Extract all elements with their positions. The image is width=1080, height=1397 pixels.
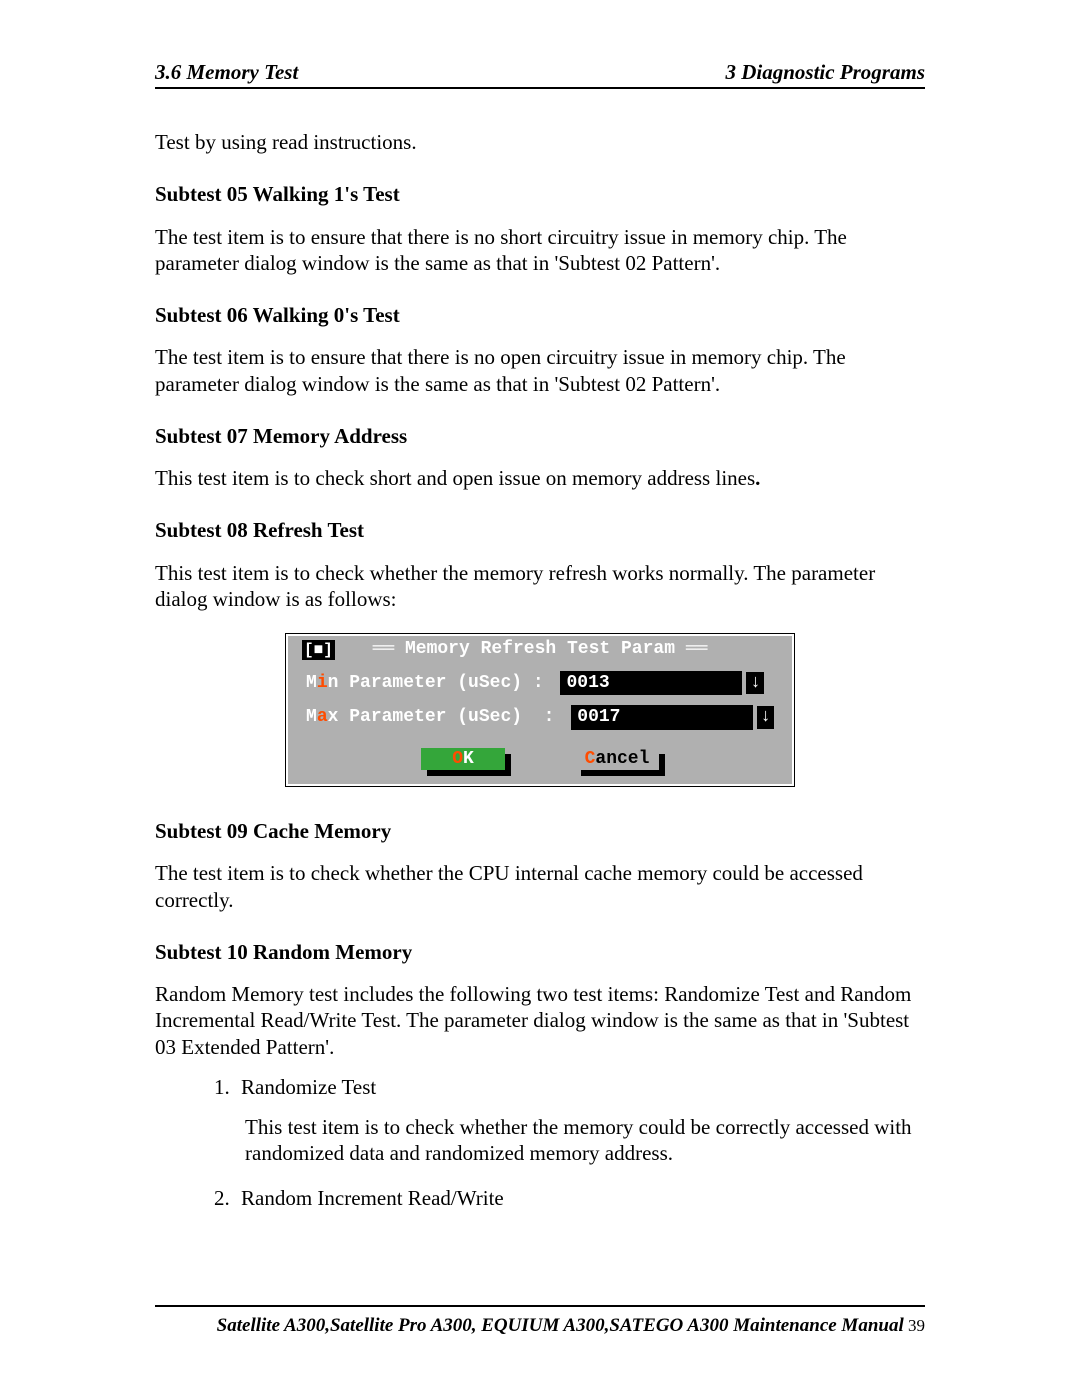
subtest-07-body: This test item is to check short and ope… xyxy=(155,465,925,491)
min-post: n Parameter (uSec) : xyxy=(328,673,555,693)
subtest-09-heading: Subtest 09 Cache Memory xyxy=(155,818,925,844)
dialog-title-bar: ══ Memory Refresh Test Param ══ xyxy=(288,638,792,661)
max-hotkey: a xyxy=(317,707,328,727)
document-page: 3.6 Memory Test 3 Diagnostic Programs Te… xyxy=(0,0,1080,1397)
min-hotkey: i xyxy=(317,673,328,693)
title-rule-right: ══ xyxy=(675,639,707,659)
min-param-input[interactable]: 0013 xyxy=(560,671,742,696)
page-number: 39 xyxy=(904,1316,925,1335)
subtest-10-list: Randomize Test This test item is to chec… xyxy=(213,1074,925,1211)
cancel-button[interactable]: Cancel xyxy=(575,748,659,771)
min-param-dropdown-icon[interactable]: ↓ xyxy=(746,672,764,695)
subtest-06-body: The test item is to ensure that there is… xyxy=(155,344,925,397)
subtest-05-body: The test item is to ensure that there is… xyxy=(155,224,925,277)
max-post: x Parameter (uSec) : xyxy=(328,707,566,727)
subtest-10-heading: Subtest 10 Random Memory xyxy=(155,939,925,965)
min-pre: M xyxy=(306,673,317,693)
randomize-test-title: Randomize Test xyxy=(241,1075,376,1099)
dialog-figure: [■] ══ Memory Refresh Test Param ══ Min … xyxy=(155,634,925,786)
cancel-rest: ancel xyxy=(595,749,649,769)
header-left: 3.6 Memory Test xyxy=(155,60,298,85)
page-footer: Satellite A300,Satellite Pro A300, EQUIU… xyxy=(155,1305,925,1337)
min-param-row: Min Parameter (uSec) : 0013 ↓ xyxy=(306,671,774,696)
running-header: 3.6 Memory Test 3 Diagnostic Programs xyxy=(155,60,925,89)
title-rule-left: ══ xyxy=(373,639,405,659)
ok-button[interactable]: OK xyxy=(421,748,505,771)
page-content: Test by using read instructions. Subtest… xyxy=(155,129,925,1211)
max-param-label: Max Parameter (uSec) : xyxy=(306,706,565,729)
subtest-07-period: . xyxy=(755,466,760,490)
dialog-button-row: OK Cancel xyxy=(288,748,792,771)
subtest-07-heading: Subtest 07 Memory Address xyxy=(155,423,925,449)
max-param-row: Max Parameter (uSec) : 0017 ↓ xyxy=(306,705,774,730)
list-item: Random Increment Read/Write xyxy=(235,1185,925,1211)
subtest-08-heading: Subtest 08 Refresh Test xyxy=(155,517,925,543)
ok-hotkey: O xyxy=(452,749,463,769)
max-param-dropdown-icon[interactable]: ↓ xyxy=(757,706,774,729)
subtest-06-heading: Subtest 06 Walking 0's Test xyxy=(155,302,925,328)
randomize-test-body: This test item is to check whether the m… xyxy=(245,1114,925,1167)
intro-line: Test by using read instructions. xyxy=(155,129,925,155)
close-icon[interactable]: [■] xyxy=(302,640,335,660)
subtest-10-body: Random Memory test includes the followin… xyxy=(155,981,925,1060)
subtest-08-body: This test item is to check whether the m… xyxy=(155,560,925,613)
header-right: 3 Diagnostic Programs xyxy=(725,60,925,85)
footer-text: Satellite A300,Satellite Pro A300, EQUIU… xyxy=(217,1315,904,1336)
max-param-input[interactable]: 0017 xyxy=(571,705,753,730)
cancel-hotkey: C xyxy=(585,749,596,769)
max-pre: M xyxy=(306,707,317,727)
memory-refresh-dialog: [■] ══ Memory Refresh Test Param ══ Min … xyxy=(286,634,794,786)
min-param-label: Min Parameter (uSec) : xyxy=(306,672,554,695)
ok-rest: K xyxy=(463,749,474,769)
dialog-title: Memory Refresh Test Param xyxy=(405,638,675,661)
list-item: Randomize Test This test item is to chec… xyxy=(235,1074,925,1167)
subtest-09-body: The test item is to check whether the CP… xyxy=(155,860,925,913)
subtest-07-body-text: This test item is to check short and ope… xyxy=(155,466,755,490)
random-increment-title: Random Increment Read/Write xyxy=(241,1186,504,1210)
subtest-05-heading: Subtest 05 Walking 1's Test xyxy=(155,181,925,207)
